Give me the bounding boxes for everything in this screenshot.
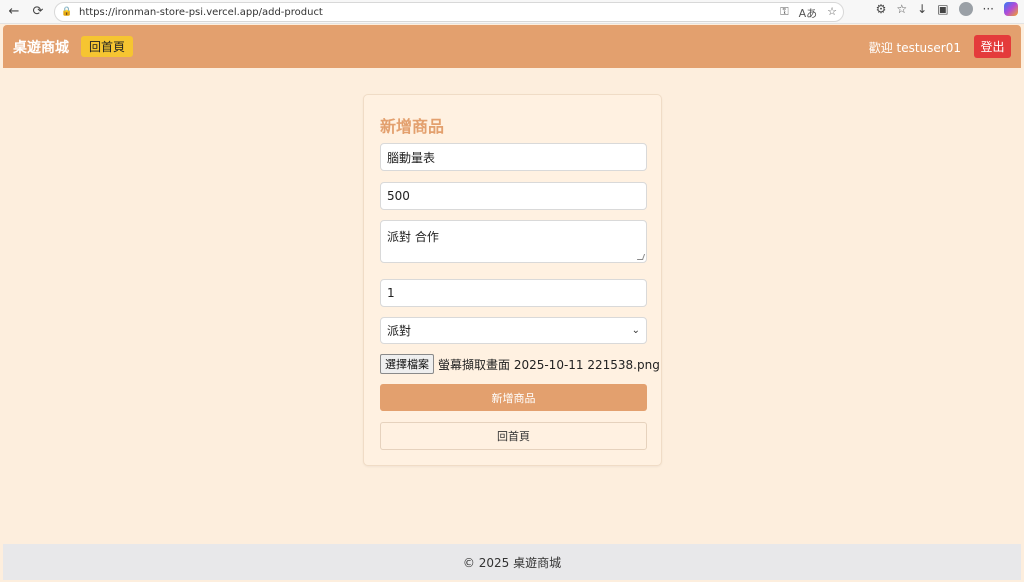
resize-handle-icon[interactable]: [636, 254, 646, 260]
description-value: 派對 合作: [387, 230, 439, 244]
logout-button[interactable]: 登出: [974, 35, 1011, 58]
description-textarea[interactable]: 派對 合作: [380, 220, 647, 263]
url-text: https://ironman-store-psi.vercel.app/add…: [79, 6, 323, 18]
welcome-text: 歡迎 testuser01: [868, 41, 961, 55]
key-icon[interactable]: ⚿: [780, 5, 788, 21]
footer: © 2025 桌遊商城: [3, 544, 1021, 580]
choose-file-button[interactable]: 選擇檔案: [380, 354, 434, 374]
back-home-button[interactable]: 回首頁: [380, 422, 647, 450]
stock-value: 1: [387, 286, 395, 300]
price-value: 500: [387, 189, 410, 203]
category-selected-value: 派對: [387, 324, 412, 338]
more-menu-icon[interactable]: ···: [983, 2, 994, 16]
selected-file-name: 螢幕擷取畫面 2025-10-11 221538.png: [438, 357, 660, 372]
reload-icon[interactable]: ⟳: [28, 2, 48, 22]
read-aloud-icon[interactable]: Aあ: [799, 5, 818, 21]
product-name-value: 腦動量表: [387, 150, 436, 165]
stock-input[interactable]: 1: [380, 279, 647, 307]
back-arrow-icon[interactable]: ←: [4, 2, 24, 22]
category-select[interactable]: 派對 ⌄: [380, 317, 647, 344]
app-navbar: 桌遊商城 回首頁 歡迎 testuser01 登出: [3, 25, 1021, 68]
site-info-icon[interactable]: 🔒: [61, 6, 73, 18]
submit-add-product-button[interactable]: 新增商品: [380, 384, 647, 411]
collections-icon[interactable]: ▣: [937, 2, 948, 16]
file-upload-row: 選擇檔案 螢幕擷取畫面 2025-10-11 221538.png: [380, 354, 660, 374]
brand-logo[interactable]: 桌遊商城: [13, 37, 69, 57]
price-input[interactable]: 500: [380, 182, 647, 210]
favorite-star-icon[interactable]: ☆: [827, 5, 837, 21]
extensions-icon[interactable]: ⚙: [876, 2, 887, 16]
product-name-input[interactable]: 腦動量表: [380, 143, 647, 171]
page-title: 新增商品: [380, 117, 445, 136]
browser-toolbar: ← ⟳ 🔒 https://ironman-store-psi.vercel.a…: [0, 0, 1024, 24]
footer-copyright: © 2025 桌遊商城: [462, 555, 562, 570]
add-product-card: 新增商品 腦動量表 500 派對 合作 1 派對 ⌄ 選擇檔案 螢幕擷取畫面 2…: [363, 94, 662, 466]
address-bar[interactable]: 🔒 https://ironman-store-psi.vercel.app/a…: [54, 2, 844, 22]
downloads-icon[interactable]: ↓: [917, 2, 927, 16]
chevron-down-icon: ⌄: [631, 325, 640, 336]
favorites-icon[interactable]: ☆: [896, 2, 907, 16]
copilot-icon[interactable]: [1004, 2, 1018, 16]
home-button[interactable]: 回首頁: [81, 36, 134, 57]
profile-avatar-icon[interactable]: [958, 2, 973, 16]
